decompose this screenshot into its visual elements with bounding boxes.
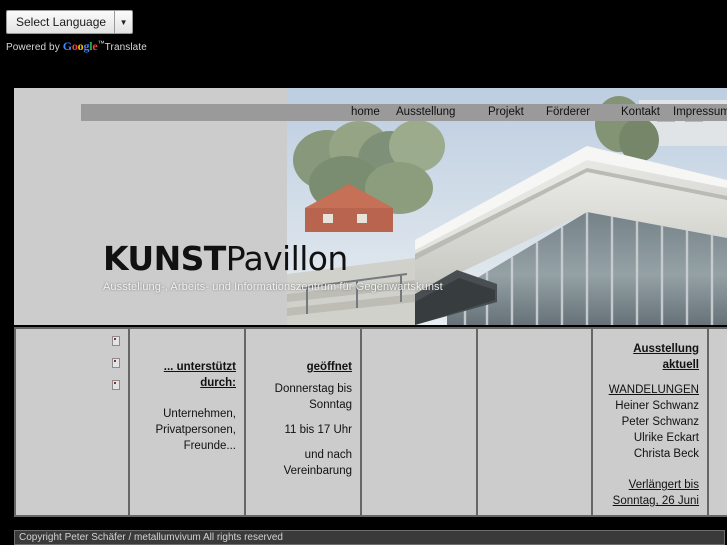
nav-link-projekt[interactable]: Projekt (488, 106, 524, 118)
page-title-light: Pavillon (225, 239, 349, 278)
translate-word: Translate (104, 42, 147, 53)
exhibition-title-link[interactable]: WANDELUNGEN (599, 382, 699, 398)
nav-item-kontakt[interactable]: Kontakt (621, 104, 660, 121)
empty-column-2 (476, 327, 593, 517)
opening-hours-line5: Vereinbarung (283, 465, 352, 477)
nav-link-home[interactable]: home (351, 106, 380, 118)
google-logo: Google (63, 39, 98, 53)
nav-item-ausstellung[interactable]: Ausstellung (396, 104, 455, 121)
exhibition-extended-line2[interactable]: Sonntag, 26 Juni (599, 493, 699, 509)
nav-item-foerderer[interactable]: Förderer (546, 104, 590, 121)
language-select[interactable]: Select Language ▼ (6, 10, 134, 34)
opening-hours-line3: 11 bis 17 Uhr (284, 424, 352, 436)
nav-link-foerderer[interactable]: Förderer (546, 106, 590, 118)
supporters-body-line3: Freunde... (183, 440, 236, 452)
page-title: KUNSTPavillon (103, 240, 523, 278)
trademark-icon: ™ (97, 40, 105, 48)
page-title-bold: KUNST (103, 239, 226, 278)
supporters-body-line2: Privatpersonen, (155, 424, 236, 436)
opening-hours-line4: und nach (304, 449, 352, 461)
opening-hours-line2: Sonntag (309, 399, 352, 411)
broken-image-row-2 (22, 357, 120, 379)
nav-link-kontakt[interactable]: Kontakt (621, 106, 660, 118)
google-logo-g1: G (62, 39, 72, 53)
sponsor-logo-column (14, 327, 130, 517)
exhibition-artist-4: Christa Beck (633, 448, 699, 460)
broken-image-icon (112, 380, 120, 390)
broken-image-row-1 (22, 335, 120, 357)
exhibition-artist-3: Ulrike Eckart (633, 432, 699, 444)
language-select-label: Select Language (7, 11, 116, 33)
chevron-down-icon[interactable]: ▼ (115, 11, 132, 33)
nav-list: home Ausstellung Projekt Förderer Kontak… (81, 104, 727, 121)
supporters-body-line1: Unternehmen, (163, 408, 236, 420)
broken-image-icon (112, 358, 120, 368)
current-exhibition-column: Ausstellung aktuell WANDELUNGEN Heiner S… (591, 327, 709, 517)
site-header: home Ausstellung Projekt Förderer Kontak… (14, 88, 727, 325)
nav-link-ausstellung[interactable]: Ausstellung (396, 106, 455, 118)
supporters-heading-line2: durch: (200, 377, 236, 389)
opening-hours-heading: geöffnet (306, 361, 352, 373)
empty-column-3 (707, 327, 727, 517)
exhibition-artist-2: Peter Schwanz (621, 416, 699, 428)
site-container: home Ausstellung Projekt Förderer Kontak… (14, 88, 727, 517)
table-row: ... unterstützt durch: Unternehmen, Priv… (14, 327, 727, 517)
main-navigation[interactable]: home Ausstellung Projekt Förderer Kontak… (81, 104, 727, 121)
nav-item-projekt[interactable]: Projekt (488, 104, 524, 121)
opening-hours-line1: Donnerstag bis (274, 383, 352, 395)
page-subtitle: Ausstellung-, Arbeits- und Informationsz… (103, 281, 443, 293)
exhibition-artist-1: Heiner Schwanz (615, 400, 699, 412)
exhibition-heading-line1: Ausstellung (633, 343, 699, 355)
exhibition-extended-line1[interactable]: Verlängert bis (599, 477, 699, 493)
empty-column-1 (360, 327, 478, 517)
site-title-block: KUNSTPavillon Ausstellung-, Arbeits- und… (103, 240, 523, 294)
copyright-text: Copyright Peter Schäfer / metallumvivum … (19, 532, 283, 543)
nav-link-impressum[interactable]: Impressum (673, 106, 727, 118)
powered-by-label: Powered by (6, 42, 60, 53)
google-translate-widget: Select Language ▼ Powered by Google™Tran… (6, 10, 256, 58)
powered-by-google-translate: Powered by Google™Translate (6, 39, 256, 54)
exhibition-heading-line2: aktuell (662, 359, 699, 371)
broken-image-row-3 (22, 379, 120, 401)
broken-image-icon (112, 336, 120, 346)
footer-bar: Copyright Peter Schäfer / metallumvivum … (14, 530, 725, 545)
opening-hours-column: geöffnet Donnerstag bis Sonntag 11 bis 1… (244, 327, 362, 517)
content-columns-table: ... unterstützt durch: Unternehmen, Priv… (14, 327, 727, 517)
nav-item-impressum[interactable]: Impressum (673, 104, 727, 121)
supporters-column: ... unterstützt durch: Unternehmen, Priv… (128, 327, 246, 517)
nav-item-home[interactable]: home (351, 104, 380, 121)
supporters-heading-line1: ... unterstützt (163, 361, 236, 373)
